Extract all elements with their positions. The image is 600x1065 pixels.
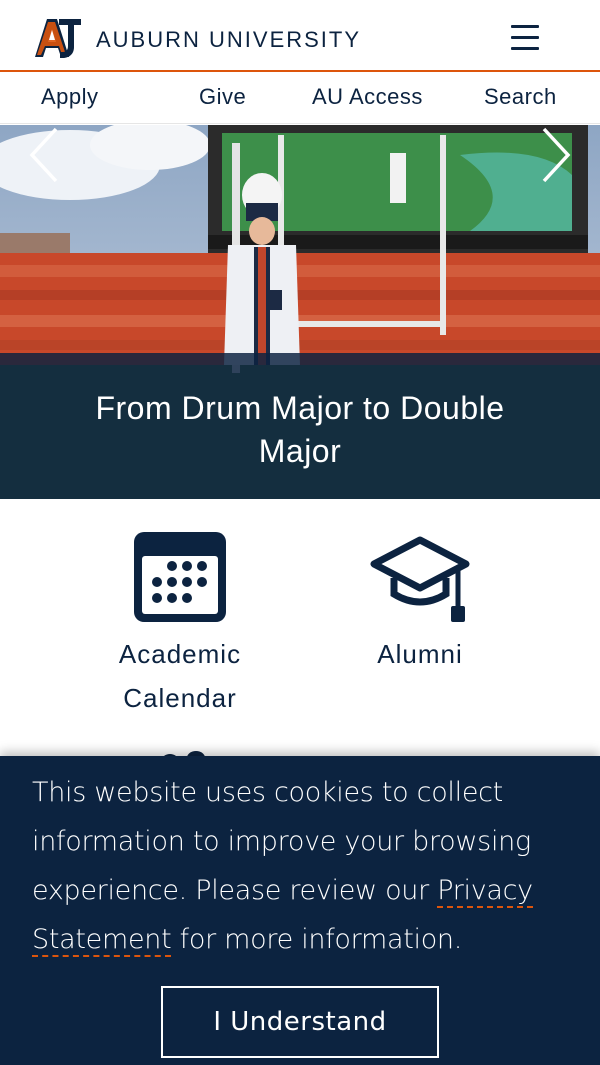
chevron-right-icon[interactable] [534, 125, 574, 185]
cookie-message-text-end: for more information. [171, 924, 463, 955]
nav-au-access-link[interactable]: AU Access [312, 84, 423, 110]
au-logo-icon[interactable] [33, 17, 83, 59]
graduation-cap-icon [370, 536, 470, 622]
cookie-message: This website uses cookies to collect inf… [32, 768, 572, 964]
cookie-banner: This website uses cookies to collect inf… [0, 756, 600, 1065]
calendar-icon [134, 532, 226, 622]
hero-carousel: From Drum Major to Double Major [0, 125, 600, 499]
chevron-left-icon[interactable] [26, 125, 66, 185]
i-understand-button[interactable]: I Understand [161, 986, 439, 1058]
nav-give-link[interactable]: Give [199, 84, 246, 110]
quick-link-academic-calendar[interactable]: Academic Calendar [85, 530, 275, 720]
nav-apply-link[interactable]: Apply [41, 84, 99, 110]
hamburger-icon[interactable] [506, 22, 544, 54]
hero-title[interactable]: From Drum Major to Double Major [80, 387, 520, 473]
quick-link-alumni[interactable]: Alumni [325, 530, 515, 676]
utility-nav: Apply Give AU Access Search [0, 74, 600, 124]
quick-link-label: Alumni [377, 639, 463, 669]
quick-link-label: Academic Calendar [118, 639, 242, 713]
nav-search-link[interactable]: Search [484, 84, 557, 110]
site-title[interactable]: AUBURN UNIVERSITY [96, 27, 361, 53]
site-header: AUBURN UNIVERSITY [0, 0, 600, 72]
